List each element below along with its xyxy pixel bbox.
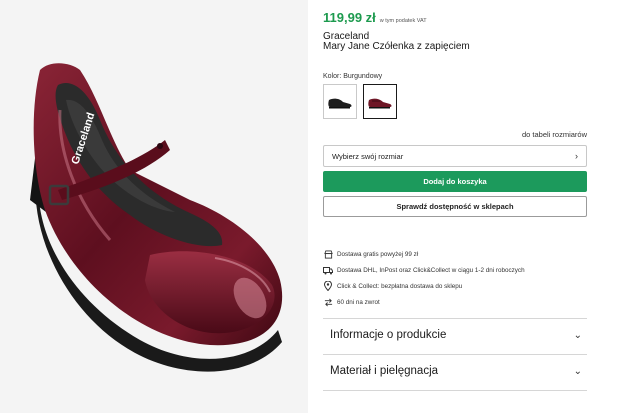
color-swatch-black[interactable]	[323, 84, 357, 119]
color-label: Kolor: Burgundowy	[323, 73, 383, 80]
shop-icon	[323, 249, 333, 259]
accordion-label: Informacje o produkcie	[330, 329, 447, 341]
check-availability-button[interactable]: Sprawdź dostępność w sklepach	[323, 196, 587, 217]
info-text: Dostawa gratis powyżej 99 zł	[337, 250, 419, 258]
accordion-material-care[interactable]: Materiał i pielęgnacja ⌄	[330, 365, 582, 377]
accordion-label: Materiał i pielęgnacja	[330, 365, 439, 377]
return-arrows-icon	[323, 297, 333, 307]
shoe-illustration: Graceland	[30, 63, 283, 372]
vat-note: w tym podatek VAT	[379, 18, 427, 24]
product-image[interactable]: Graceland	[0, 0, 308, 413]
size-select-label: Wybierz swój rozmiar	[332, 151, 404, 161]
chevron-right-icon: ›	[575, 151, 578, 161]
product-name: Mary Jane Czółenka z zapięciem	[323, 41, 470, 52]
info-delivery-time: Dostawa DHL, InPost oraz Click&Collect w…	[323, 265, 525, 275]
chevron-down-icon: ⌄	[573, 365, 582, 377]
location-pin-icon	[323, 281, 333, 291]
info-text: Dostawa DHL, InPost oraz Click&Collect w…	[337, 266, 525, 274]
product-details: 119,99 zł w tym podatek VAT Graceland Ma…	[323, 0, 587, 413]
add-to-cart-button[interactable]: Dodaj do koszyka	[323, 171, 587, 192]
size-select[interactable]: Wybierz swój rozmiar ›	[323, 145, 587, 167]
burgundy-shoe-icon	[368, 98, 392, 108]
black-shoe-icon	[328, 98, 352, 108]
info-click-collect: Click & Collect: bezpłatna dostawa do sk…	[323, 281, 462, 291]
truck-icon	[323, 265, 333, 275]
info-text: Click & Collect: bezpłatna dostawa do sk…	[337, 282, 463, 290]
info-returns: 60 dni na zwrot	[323, 297, 380, 307]
price: 119,99 zł	[323, 10, 376, 25]
divider	[323, 318, 587, 319]
info-text: 60 dni na zwrot	[337, 298, 380, 306]
color-swatch-burgundy[interactable]	[363, 84, 397, 119]
accordion-product-info[interactable]: Informacje o produkcie ⌄	[330, 329, 582, 341]
size-table-link[interactable]: do tabeli rozmiarów	[522, 130, 587, 139]
divider	[323, 390, 587, 391]
chevron-down-icon: ⌄	[573, 329, 582, 341]
price-row: 119,99 zł w tym podatek VAT	[323, 10, 427, 25]
divider	[323, 354, 587, 355]
info-free-delivery: Dostawa gratis powyżej 99 zł	[323, 249, 418, 259]
